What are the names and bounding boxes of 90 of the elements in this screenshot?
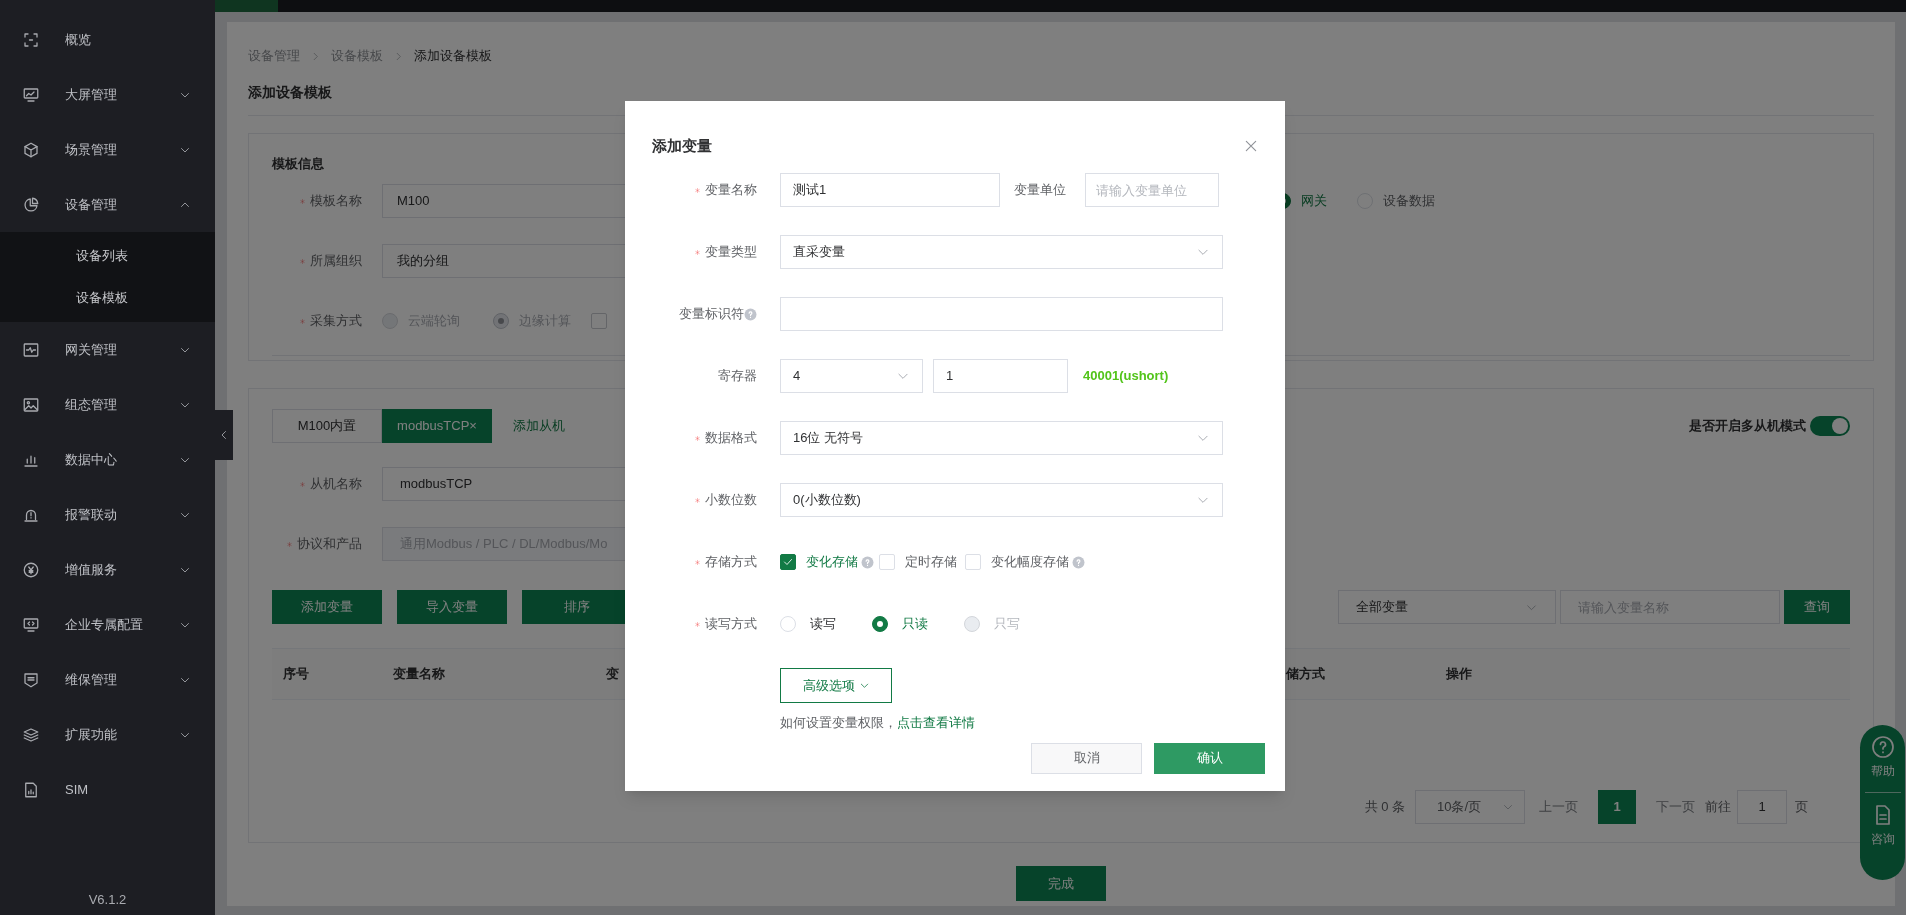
version-label: V6.1.2 (87, 890, 128, 909)
field-label: 小数位数 (705, 491, 757, 510)
sidebar-item[interactable]: 组态管理 (0, 377, 215, 432)
slave-tab[interactable]: M100内置 (272, 409, 382, 443)
page-number-field[interactable]: 1 (1737, 790, 1787, 824)
sidebar-item[interactable]: 数据中心 (0, 432, 215, 487)
permission-hint-text: 如何设置变量权限，点击查看详情 (780, 714, 976, 732)
radio-button[interactable] (872, 616, 888, 632)
checkbox-label: 定时存储 (905, 553, 957, 572)
dialog-title: 添加变量 (652, 135, 712, 156)
confirm-button[interactable]: 确认 (1154, 742, 1265, 774)
field-label: 协议和产品 (297, 535, 362, 554)
image-icon (22, 395, 40, 414)
select-field[interactable]: 4 (780, 359, 923, 393)
check-icon (782, 556, 794, 568)
select-field[interactable]: 0(小数位数) (780, 483, 1223, 517)
close-icon (1243, 138, 1259, 154)
sidebar-item[interactable]: 概览 (0, 12, 215, 67)
checkbox-label: 变化幅度存储 (991, 553, 1069, 572)
details-link[interactable]: 点击查看详情 (897, 715, 975, 730)
select-field[interactable]: 16位 无符号 (780, 421, 1223, 455)
sidebar-item[interactable]: 维保管理 (0, 652, 215, 707)
radio-label: 网关 (1301, 192, 1327, 211)
sidebar-item[interactable]: 增值服务 (0, 542, 215, 597)
shield-list-icon (22, 670, 40, 689)
sidebar-item[interactable]: 场景管理 (0, 122, 215, 177)
field-label: 读写方式 (705, 615, 757, 634)
sidebar-item[interactable]: 网关管理 (0, 322, 215, 377)
document-chart-icon (22, 780, 40, 799)
field-label: 寄存器 (718, 367, 757, 386)
field-label: 采集方式 (310, 312, 362, 331)
field-label: 模板名称 (310, 192, 362, 211)
active-header-tab[interactable] (215, 0, 278, 12)
code-monitor-icon (22, 615, 40, 634)
toggle-label: 是否开启多从机模式 (1689, 417, 1806, 436)
radio-label: 读写 (810, 615, 836, 634)
field-label: 所属组织 (310, 252, 362, 271)
field-label: 变量标识符 (679, 305, 744, 324)
radio-label: 只写 (994, 615, 1020, 634)
column-header: 操作 (1446, 666, 1472, 682)
advanced-options-button[interactable]: 高级选项 (780, 668, 892, 703)
goto-label: 前往 (1705, 798, 1731, 817)
cube-icon (22, 140, 40, 159)
sidebar-item[interactable]: SIM (0, 762, 215, 817)
page-unit-label: 页 (1795, 798, 1808, 817)
checkbox[interactable] (780, 554, 796, 570)
monitor-chart-icon (22, 85, 40, 104)
page-title: 添加设备模板 (248, 83, 333, 102)
submenu-item[interactable]: 设备模板 (0, 277, 215, 319)
sidebar-item[interactable]: 企业专属配置 (0, 597, 215, 652)
field-label: 从机名称 (310, 475, 362, 494)
close-button[interactable] (1243, 138, 1259, 154)
pie-chart-icon (22, 195, 40, 214)
field-label: 变量名称 (705, 181, 757, 200)
sidebar-item[interactable]: 大屏管理 (0, 67, 215, 122)
add-slave-link[interactable]: 添加从机 (513, 416, 565, 436)
column-header: 储方式 (1286, 666, 1325, 682)
sidebar-item[interactable]: 报警联动 (0, 487, 215, 542)
yen-coin-icon (22, 560, 40, 579)
layers-icon (22, 725, 40, 744)
field-label: 存储方式 (705, 553, 757, 572)
input-field[interactable]: 测试1 (780, 173, 1000, 207)
page-size-select[interactable]: 10条/页 (1415, 790, 1525, 824)
register-address-hint: 40001(ushort) (1083, 367, 1169, 386)
field-label: 变量类型 (705, 243, 757, 262)
radio-label: 只读 (902, 615, 928, 634)
filter-select[interactable]: 全部变量 (1338, 590, 1556, 624)
sidebar-item[interactable]: 扩展功能 (0, 707, 215, 762)
submenu-item[interactable]: 设备列表 (0, 235, 215, 277)
input-field[interactable]: 请输入变量单位 (1085, 173, 1219, 207)
collapse-button[interactable] (215, 410, 233, 460)
sidebar-item[interactable]: 设备管理 (0, 177, 215, 232)
select-field[interactable]: 直采变量 (780, 235, 1223, 269)
input-field[interactable]: 1 (933, 359, 1068, 393)
section-title: 模板信息 (272, 156, 325, 172)
total-count: 共 0 条 (1364, 798, 1405, 817)
help-icon (1870, 735, 1895, 759)
column-header: 序号 (283, 666, 309, 682)
cancel-button[interactable]: 取消 (1031, 742, 1142, 774)
focus-frame-icon (22, 30, 40, 49)
field-label: 变量单位 (1014, 181, 1066, 200)
radio-label: 设备数据 (1383, 192, 1435, 211)
checkbox-label: 变化存储 (806, 553, 858, 572)
pulse-monitor-icon (22, 340, 40, 359)
column-header: 变量名称 (393, 666, 445, 682)
input-field[interactable] (780, 297, 1223, 331)
column-header: 变 (606, 666, 619, 682)
chevron-icon (858, 680, 870, 691)
field-label: 数据格式 (705, 429, 757, 448)
toggle-switch[interactable] (1810, 416, 1850, 436)
